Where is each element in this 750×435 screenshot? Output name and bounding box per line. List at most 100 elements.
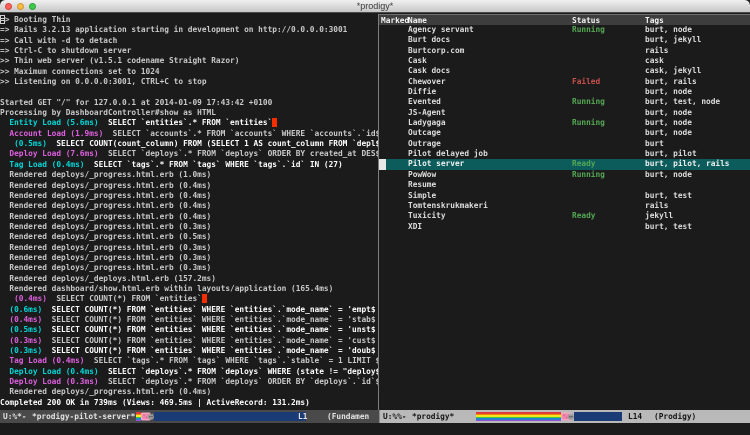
window-title: *prodigy* (0, 1, 750, 11)
log-line: Deploy Load (7.6ms) SELECT `deploys`.* F… (0, 149, 378, 159)
log-line: Rendered deploys/_progress.html.erb (0.3… (0, 222, 378, 232)
service-name: XDI (408, 222, 422, 232)
log-line: Completed 200 OK in 739ms (Views: 469.5m… (0, 398, 378, 408)
emacs-window: *prodigy* => Booting Thin=> Rails 3.2.13… (0, 0, 750, 435)
log-line: Rendered deploys/_progress.html.erb (0.4… (0, 181, 378, 191)
log-line: Account Load (1.9ms) SELECT `accounts`.*… (0, 129, 378, 139)
major-mode: (Fundamen (327, 410, 369, 423)
service-row[interactable]: Tomtenskrukmakerirails (379, 201, 750, 211)
service-name: Ladygaga (408, 118, 446, 128)
modeline-right: U:%%- *prodigy* L14 (Prodigy) (379, 410, 750, 423)
service-tags: burt, test (645, 222, 692, 232)
log-line: (0.4ms) SELECT COUNT(*) FROM `entities` (0, 294, 378, 304)
log-line: (0.5ms) SELECT COUNT(count_column) FROM … (0, 139, 378, 149)
buffer-name: *prodigy-pilot-server* (32, 410, 135, 423)
point-cursor (379, 159, 386, 169)
service-tags: burt, pilot, rails (645, 159, 730, 169)
status-badge: Running (572, 97, 605, 107)
service-name: Cask docs (408, 66, 450, 76)
service-name: Outrage (408, 139, 441, 149)
server-log: => Booting Thin=> Rails 3.2.13 applicati… (0, 15, 378, 408)
log-line: Entity Load (5.6ms) SELECT `entities`.* … (0, 118, 378, 128)
service-name: Tuxicity (408, 211, 446, 221)
line-indicator: L1 (298, 410, 307, 423)
service-tags: rails (645, 46, 668, 56)
service-tags: jekyll (645, 211, 673, 221)
service-tags: burt, test (645, 191, 692, 201)
service-row[interactable]: Diffie burt, node (379, 87, 750, 97)
service-name: Outcage (408, 128, 441, 138)
nyan-progress-bar (136, 412, 306, 421)
log-line: Rendered deploys/_progress.html.erb (0.3… (0, 243, 378, 253)
service-row[interactable]: Cask docs cask, jekyll (379, 66, 750, 76)
log-line: Deploy Load (0.4ms) SELECT `deploys`.* F… (0, 367, 378, 377)
service-tags: burt, node (645, 108, 692, 118)
service-name: Resume (408, 180, 436, 190)
service-name: Diffie (408, 87, 436, 97)
nyan-cat-icon (561, 411, 574, 422)
log-line: (0.3ms) SELECT COUNT(*) FROM `entities` … (0, 346, 378, 356)
prodigy-buffer[interactable]: Marked Name Status Tags Agency servantRu… (379, 14, 750, 410)
minibuffer[interactable] (0, 423, 750, 435)
log-line: Rendered deploys/_progress.html.erb (0.4… (0, 387, 378, 397)
service-tags: burt, node (645, 128, 692, 138)
service-tags: burt, rails (645, 77, 697, 87)
service-row[interactable]: XDI burt, test (379, 222, 750, 232)
titlebar[interactable]: *prodigy* (0, 0, 750, 13)
service-row[interactable]: Ladygaga Running burt, node (379, 118, 750, 128)
service-row[interactable]: Agency servantRunningburt, node (379, 25, 750, 35)
log-line: >> Maximum connections set to 1024 (0, 67, 378, 77)
service-name: Pilot delayed job (408, 149, 488, 159)
service-tags: cask (645, 56, 664, 66)
service-name: Burtcorp.com (408, 46, 464, 56)
service-row[interactable]: ChewoverFailedburt, rails (379, 77, 750, 87)
service-row[interactable]: Simpleburt, test (379, 191, 750, 201)
service-tags: cask, jekyll (645, 66, 701, 76)
server-log-buffer[interactable]: => Booting Thin=> Rails 3.2.13 applicati… (0, 14, 378, 410)
log-line: Rendered deploys/_progress.html.erb (1.0… (0, 170, 378, 180)
service-name: Chewover (408, 77, 446, 87)
service-row[interactable]: Evented Running burt, test, node (379, 97, 750, 107)
service-name: Cask (408, 56, 427, 66)
log-line: Rendered deploys/_progress.html.erb (0.4… (0, 191, 378, 201)
log-line: Processing by DashboardController#show a… (0, 108, 378, 118)
log-line: Tag Load (0.4ms) SELECT `tags`.* FROM `t… (0, 160, 378, 170)
service-name: Pilot server (408, 159, 464, 169)
modeline-flags: U:%*- (3, 410, 26, 423)
service-tags: burt, test, node (645, 97, 720, 107)
service-name: Evented (408, 97, 441, 107)
log-line: >> Thin web server (v1.5.1 codename Stra… (0, 56, 378, 66)
service-row[interactable]: Burt docsburt, jekyll (379, 35, 750, 45)
service-table-header: Marked Name Status Tags (379, 14, 750, 25)
modeline-flags: U:%%- (383, 410, 406, 423)
service-row[interactable]: Pilot delayed jobburt, pilot (379, 149, 750, 159)
service-row[interactable]: Pilot server Ready burt, pilot, rails (379, 159, 750, 169)
log-line: Rendered deploys/_progress.html.erb (0.3… (0, 263, 378, 273)
status-badge: Running (572, 118, 605, 128)
log-line: (0.3ms) SELECT COUNT(*) FROM `entities` … (0, 336, 378, 346)
status-badge: Ready (572, 159, 595, 169)
log-line (0, 87, 378, 97)
service-row[interactable]: JS-Agentburt, node (379, 108, 750, 118)
service-row[interactable]: Burtcorp.com rails (379, 46, 750, 56)
log-line: => Booting Thin (0, 15, 378, 25)
service-tags: burt, node (645, 118, 692, 128)
service-name: PowWow (408, 170, 436, 180)
service-tags: rails (645, 201, 668, 211)
ansi-red-block (272, 118, 277, 127)
service-row[interactable]: Resume (379, 180, 750, 190)
nyan-progress-bar (476, 412, 622, 421)
service-row[interactable]: TuxicityReadyjekyll (379, 211, 750, 221)
log-line: => Ctrl-C to shutdown server (0, 46, 378, 56)
ansi-red-block (202, 294, 207, 303)
service-tags: burt (645, 139, 664, 149)
buffer-name: *prodigy* (412, 410, 454, 423)
service-row[interactable]: Cask cask (379, 56, 750, 66)
service-tags: burt, node (645, 25, 692, 35)
service-tags: burt, node (645, 87, 692, 97)
log-line: >> Listening on 0.0.0.0:3001, CTRL+C to … (0, 77, 378, 87)
service-row[interactable]: Outcage burt, node (379, 128, 750, 138)
service-name: Agency servant (408, 25, 474, 35)
service-row[interactable]: Outrage burt (379, 139, 750, 149)
service-row[interactable]: PowWowRunningburt, node (379, 170, 750, 180)
